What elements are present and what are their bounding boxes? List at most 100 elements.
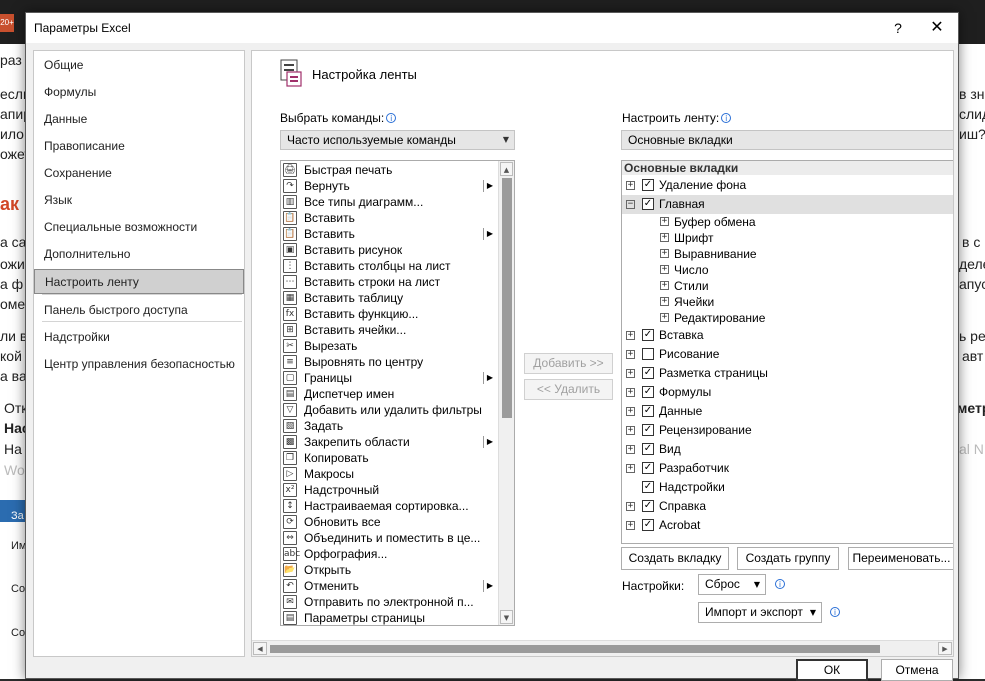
commands-scrollbar[interactable]: ▲ ▼ [498,161,514,625]
command-item[interactable]: ▤ Диспетчер имен [281,386,497,402]
command-item[interactable]: ▧ Задать [281,418,497,434]
tree-item[interactable]: + Рисование [622,345,953,364]
ok-button[interactable]: ОК [796,659,868,681]
tree-item[interactable]: + Выравнивание [622,246,953,262]
expand-icon[interactable]: + [660,313,669,322]
command-item[interactable]: 📂 Открыть [281,562,497,578]
tree-item[interactable]: + ✓ Разметка страницы [622,364,953,383]
info-icon[interactable]: i [775,579,785,589]
command-item[interactable]: ≡ Выровнять по центру [281,354,497,370]
nav-item[interactable]: Настроить ленту [34,269,244,294]
nav-item[interactable]: Центр управления безопасностью [34,352,244,377]
tree-item[interactable]: + Число [622,262,953,278]
tree-item[interactable]: + ✓ Вид [622,440,953,459]
ribbon-tabs-tree[interactable]: Основные вкладки + ✓ Удаление фона − ✓ Главна… [621,160,953,544]
tree-item[interactable]: + ✓ Вставка [622,326,953,345]
command-item[interactable]: ▷ Макросы [281,466,497,482]
tab-checkbox[interactable]: ✓ [642,519,654,531]
import-export-dropdown[interactable]: Импорт и экспорт ▼ [698,602,822,623]
tab-checkbox[interactable]: ✓ [642,198,654,210]
tab-checkbox[interactable]: ✓ [642,405,654,417]
scroll-thumb[interactable] [502,178,512,418]
nav-item[interactable]: Надстройки [34,325,244,350]
tree-item[interactable]: + ✓ Данные [622,402,953,421]
expand-icon[interactable]: + [626,464,635,473]
tree-item[interactable]: + ✓ Справка [622,497,953,516]
command-item[interactable]: ↶ Отменить ▶ [281,578,497,594]
tree-item[interactable]: + ✓ Acrobat [622,516,953,535]
expand-icon[interactable]: + [660,217,669,226]
expand-icon[interactable]: + [626,369,635,378]
info-icon[interactable]: i [386,113,397,123]
tab-checkbox[interactable]: ✓ [642,179,654,191]
command-item[interactable]: ✂ Вырезать [281,338,497,354]
nav-item[interactable]: Сохранение [34,161,244,186]
reset-dropdown[interactable]: Сброс ▼ [698,574,766,595]
expand-icon[interactable]: + [626,331,635,340]
nav-item[interactable]: Язык [34,188,244,213]
nav-item[interactable]: Правописание [34,134,244,159]
panel-horizontal-scrollbar[interactable]: ◀ ▶ [252,640,953,656]
command-item[interactable]: ⋮ Вставить столбцы на лист [281,258,497,274]
tab-checkbox[interactable]: ✓ [642,386,654,398]
cancel-button[interactable]: Отмена [881,659,953,681]
scroll-up-icon[interactable]: ▲ [500,162,513,176]
expand-icon[interactable]: + [660,297,669,306]
command-item[interactable]: ✉ Отправить по электронной п... [281,594,497,610]
tree-item[interactable]: ✓ Надстройки [622,478,953,497]
new-tab-button[interactable]: Создать вкладку [621,547,729,570]
tree-item[interactable]: + ✓ Удаление фона [622,176,953,195]
tab-checkbox[interactable] [642,348,654,360]
add-button[interactable]: Добавить >> [524,353,613,374]
command-item[interactable]: ⟳ Обновить все [281,514,497,530]
expand-icon[interactable]: + [626,426,635,435]
expand-icon[interactable]: + [626,521,635,530]
scroll-down-icon[interactable]: ▼ [500,610,513,624]
expand-icon[interactable]: + [660,265,669,274]
expand-icon[interactable]: + [626,388,635,397]
nav-item[interactable]: Специальные возможности [34,215,244,240]
choose-commands-combo[interactable]: Часто используемые команды ▼ [280,130,515,150]
new-group-button[interactable]: Создать группу [737,547,839,570]
expand-icon[interactable]: + [626,502,635,511]
command-item[interactable]: ⋯ Вставить строки на лист [281,274,497,290]
tab-checkbox[interactable]: ✓ [642,500,654,512]
expand-icon[interactable]: + [660,281,669,290]
tree-item[interactable]: + ✓ Формулы [622,383,953,402]
command-item[interactable]: ❐ Копировать [281,450,497,466]
tree-item[interactable]: + Шрифт [622,230,953,246]
scroll-thumb[interactable] [270,645,880,653]
command-item[interactable]: ▽ Добавить или удалить фильтры [281,402,497,418]
scroll-left-icon[interactable]: ◀ [253,642,267,655]
info-icon[interactable]: i [721,113,732,123]
expand-icon[interactable]: + [626,181,635,190]
tree-item[interactable]: − ✓ Главная [622,195,953,214]
command-item[interactable]: 📋 Вставить ▶ [281,226,497,242]
command-item[interactable]: x² Надстрочный [281,482,497,498]
nav-item[interactable]: Данные [34,107,244,132]
command-item[interactable]: ↷ Вернуть ▶ [281,178,497,194]
tab-checkbox[interactable]: ✓ [642,462,654,474]
nav-item[interactable]: Общие [34,53,244,78]
nav-item[interactable]: Панель быстрого доступа [34,298,244,323]
rename-button[interactable]: Переименовать... [848,547,953,570]
tab-checkbox[interactable]: ✓ [642,443,654,455]
tree-item[interactable]: + ✓ Рецензирование [622,421,953,440]
command-item[interactable]: ▥ Все типы диаграмм... [281,194,497,210]
expand-icon[interactable]: + [660,249,669,258]
nav-item[interactable]: Дополнительно [34,242,244,267]
command-item[interactable]: 📋 Вставить [281,210,497,226]
command-item[interactable]: ▣ Вставить рисунок [281,242,497,258]
tree-item[interactable]: + Стили [622,278,953,294]
nav-item[interactable]: Формулы [34,80,244,105]
info-icon[interactable]: i [830,607,840,617]
customize-ribbon-combo[interactable]: Основные вкладки ▼ [621,130,953,150]
command-item[interactable]: 🖨 Быстрая печать [281,162,497,178]
expand-icon[interactable]: + [660,233,669,242]
help-button[interactable]: ? [886,17,910,39]
command-item[interactable]: ⊞ Вставить ячейки... [281,322,497,338]
remove-button[interactable]: << Удалить [524,379,613,400]
command-item[interactable]: ▤ Параметры страницы [281,610,497,625]
expand-icon[interactable]: + [626,350,635,359]
expand-icon[interactable]: + [626,445,635,454]
